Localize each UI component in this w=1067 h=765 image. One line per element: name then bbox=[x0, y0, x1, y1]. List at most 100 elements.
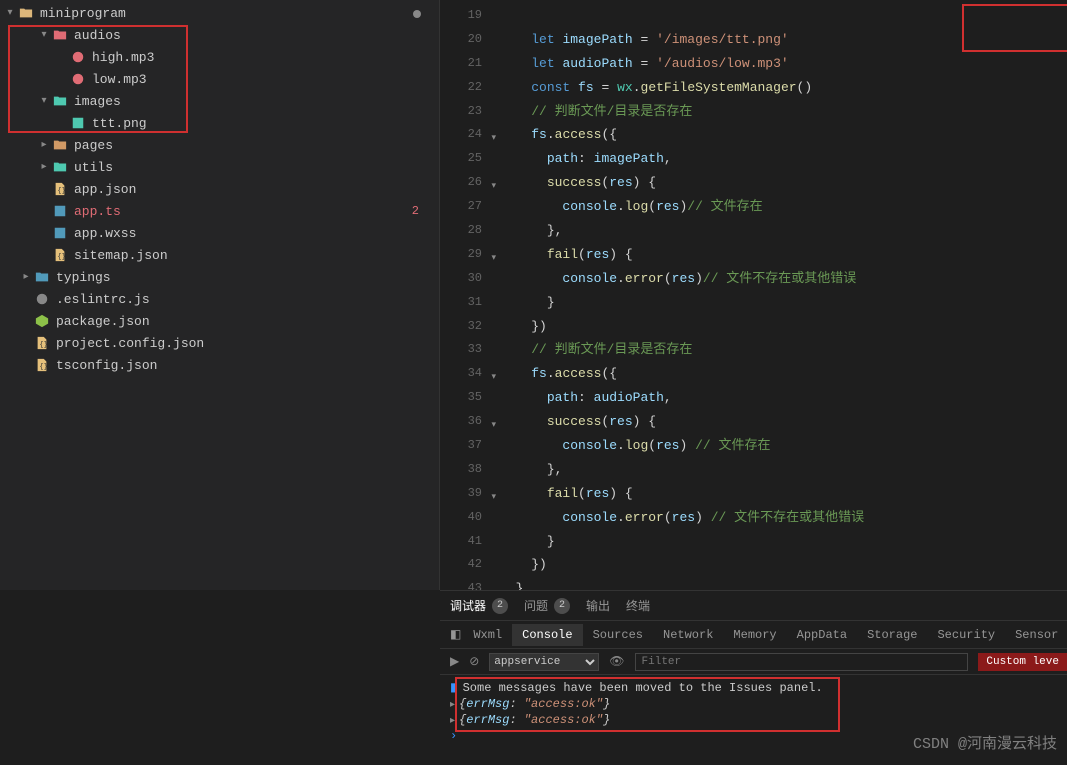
file-red-icon bbox=[70, 71, 86, 87]
code-area[interactable]: let imagePath = '/images/ttt.png' let au… bbox=[500, 0, 1067, 590]
folder-teal-icon bbox=[52, 159, 68, 175]
expand-icon[interactable]: ▸ bbox=[450, 716, 455, 727]
file-green-icon bbox=[34, 313, 50, 329]
file-yellow-icon: {} bbox=[34, 357, 50, 373]
tree-label: app.wxss bbox=[74, 226, 136, 241]
file-explorer[interactable]: ▾ miniprogram ▾ audios high.mp3 low.mp3 ▾ ima… bbox=[0, 0, 440, 590]
tree-item-package-json[interactable]: package.json bbox=[0, 310, 439, 332]
bottom-panel[interactable]: 调试器2 问题2 输出终端 ◧ WxmlConsoleSourcesNetworkM… bbox=[440, 590, 1067, 765]
tree-label: .eslintrc.js bbox=[56, 292, 150, 307]
tree-item-typings[interactable]: ▸ typings bbox=[0, 266, 439, 288]
play-icon[interactable]: ▶ bbox=[450, 654, 459, 669]
file-teal-icon bbox=[70, 115, 86, 131]
panel-tab-输出[interactable]: 输出 bbox=[586, 597, 610, 614]
svg-text:{}: {} bbox=[57, 188, 65, 196]
svg-text:{}: {} bbox=[57, 254, 65, 262]
tree-label: project.config.json bbox=[56, 336, 204, 351]
info-icon: ▮ bbox=[450, 681, 457, 695]
expand-icon[interactable]: ▸ bbox=[450, 700, 455, 711]
tree-label: images bbox=[74, 94, 121, 109]
tree-item-pages[interactable]: ▸ pages bbox=[0, 134, 439, 156]
devtools-tab-sensor[interactable]: Sensor bbox=[1005, 624, 1067, 646]
inspect-icon[interactable]: ◧ bbox=[450, 627, 461, 642]
tree-label: pages bbox=[74, 138, 113, 153]
tree-item-app-json[interactable]: {} app.json bbox=[0, 178, 439, 200]
code-editor[interactable]: 192021222324▾2526▾272829▾3031323334▾3536… bbox=[440, 0, 1067, 590]
badge: 2 bbox=[492, 598, 508, 614]
file-blue-icon bbox=[52, 225, 68, 241]
tree-label: app.json bbox=[74, 182, 136, 197]
chevron-down-icon: ▾ bbox=[4, 7, 16, 19]
tree-item-ttt-png[interactable]: ttt.png bbox=[0, 112, 439, 134]
file-yellow-icon: {} bbox=[52, 181, 68, 197]
console-toolbar[interactable]: ▶ ⊘ appservice 👁 Custom leve bbox=[440, 649, 1067, 675]
devtools-tab-wxml[interactable]: Wxml bbox=[463, 624, 512, 646]
badge: 2 bbox=[554, 598, 570, 614]
folder-orange-icon bbox=[52, 137, 68, 153]
tree-item-low-mp3[interactable]: low.mp3 bbox=[0, 68, 439, 90]
folder-teal-icon bbox=[52, 93, 68, 109]
folder-icon bbox=[18, 5, 34, 21]
panel-tab-问题[interactable]: 问题2 bbox=[524, 597, 570, 614]
devtools-tab-network[interactable]: Network bbox=[653, 624, 723, 646]
svg-text:{}: {} bbox=[39, 342, 47, 350]
devtools-tab-security[interactable]: Security bbox=[927, 624, 1005, 646]
console-message[interactable]: ▸{errMsg: "access:ok"} bbox=[450, 712, 1057, 728]
file-red-icon bbox=[70, 49, 86, 65]
tree-item-app-wxss[interactable]: app.wxss bbox=[0, 222, 439, 244]
svg-text:{}: {} bbox=[39, 364, 47, 372]
tree-label: utils bbox=[74, 160, 113, 175]
devtools-tabs[interactable]: ◧ WxmlConsoleSourcesNetworkMemoryAppData… bbox=[440, 621, 1067, 649]
chevron-icon: ▾ bbox=[38, 29, 50, 41]
eye-icon[interactable]: 👁 bbox=[609, 654, 624, 669]
file-blue-icon bbox=[52, 203, 68, 219]
tree-label: tsconfig.json bbox=[56, 358, 157, 373]
tree-item-audios[interactable]: ▾ audios bbox=[0, 24, 439, 46]
chevron-icon: ▾ bbox=[38, 95, 50, 107]
panel-tab-调试器[interactable]: 调试器2 bbox=[450, 597, 508, 614]
tree-label: miniprogram bbox=[40, 6, 126, 21]
tree-item-images[interactable]: ▾ images bbox=[0, 90, 439, 112]
file-yellow-icon: {} bbox=[52, 247, 68, 263]
log-level-button[interactable]: Custom leve bbox=[978, 653, 1067, 671]
console-message[interactable]: ▮Some messages have been moved to the Is… bbox=[450, 679, 1057, 696]
folder-blue-icon bbox=[34, 269, 50, 285]
devtools-tab-storage[interactable]: Storage bbox=[857, 624, 927, 646]
line-gutter: 192021222324▾2526▾272829▾3031323334▾3536… bbox=[440, 0, 500, 590]
tree-item--eslintrc-js[interactable]: .eslintrc.js bbox=[0, 288, 439, 310]
context-select[interactable]: appservice bbox=[489, 653, 599, 671]
folder-red-icon bbox=[52, 27, 68, 43]
console-message[interactable]: ▸{errMsg: "access:ok"} bbox=[450, 696, 1057, 712]
filter-input[interactable] bbox=[635, 653, 969, 671]
tree-label: low.mp3 bbox=[92, 72, 147, 87]
tree-item-sitemap-json[interactable]: {} sitemap.json bbox=[0, 244, 439, 266]
clear-icon[interactable]: ⊘ bbox=[469, 654, 479, 669]
tree-root[interactable]: ▾ miniprogram bbox=[0, 2, 439, 24]
tree-item-app-ts[interactable]: app.ts 2 bbox=[0, 200, 439, 222]
tree-label: ttt.png bbox=[92, 116, 147, 131]
file-yellow-icon: {} bbox=[34, 335, 50, 351]
tree-item-project-config-json[interactable]: {} project.config.json bbox=[0, 332, 439, 354]
panel-tab-终端[interactable]: 终端 bbox=[626, 597, 650, 614]
chevron-icon: ▸ bbox=[38, 161, 50, 173]
tree-label: package.json bbox=[56, 314, 150, 329]
chevron-icon: ▸ bbox=[20, 271, 32, 283]
devtools-tab-memory[interactable]: Memory bbox=[723, 624, 786, 646]
console-output[interactable]: ▮Some messages have been moved to the Is… bbox=[440, 675, 1067, 748]
tree-item-utils[interactable]: ▸ utils bbox=[0, 156, 439, 178]
devtools-tab-appdata[interactable]: AppData bbox=[787, 624, 857, 646]
tree-label: typings bbox=[56, 270, 111, 285]
tree-label: sitemap.json bbox=[74, 248, 168, 263]
file-grey-icon bbox=[34, 291, 50, 307]
tree-item-high-mp3[interactable]: high.mp3 bbox=[0, 46, 439, 68]
tree-label: app.ts bbox=[74, 204, 121, 219]
problem-count: 2 bbox=[412, 204, 419, 218]
devtools-tab-console[interactable]: Console bbox=[512, 624, 582, 646]
tree-item-tsconfig-json[interactable]: {} tsconfig.json bbox=[0, 354, 439, 376]
chevron-icon: ▸ bbox=[38, 139, 50, 151]
devtools-tab-sources[interactable]: Sources bbox=[583, 624, 653, 646]
modified-indicator bbox=[413, 10, 421, 18]
tree-label: high.mp3 bbox=[92, 50, 154, 65]
panel-tabs[interactable]: 调试器2 问题2 输出终端 bbox=[440, 591, 1067, 621]
tree-label: audios bbox=[74, 28, 121, 43]
